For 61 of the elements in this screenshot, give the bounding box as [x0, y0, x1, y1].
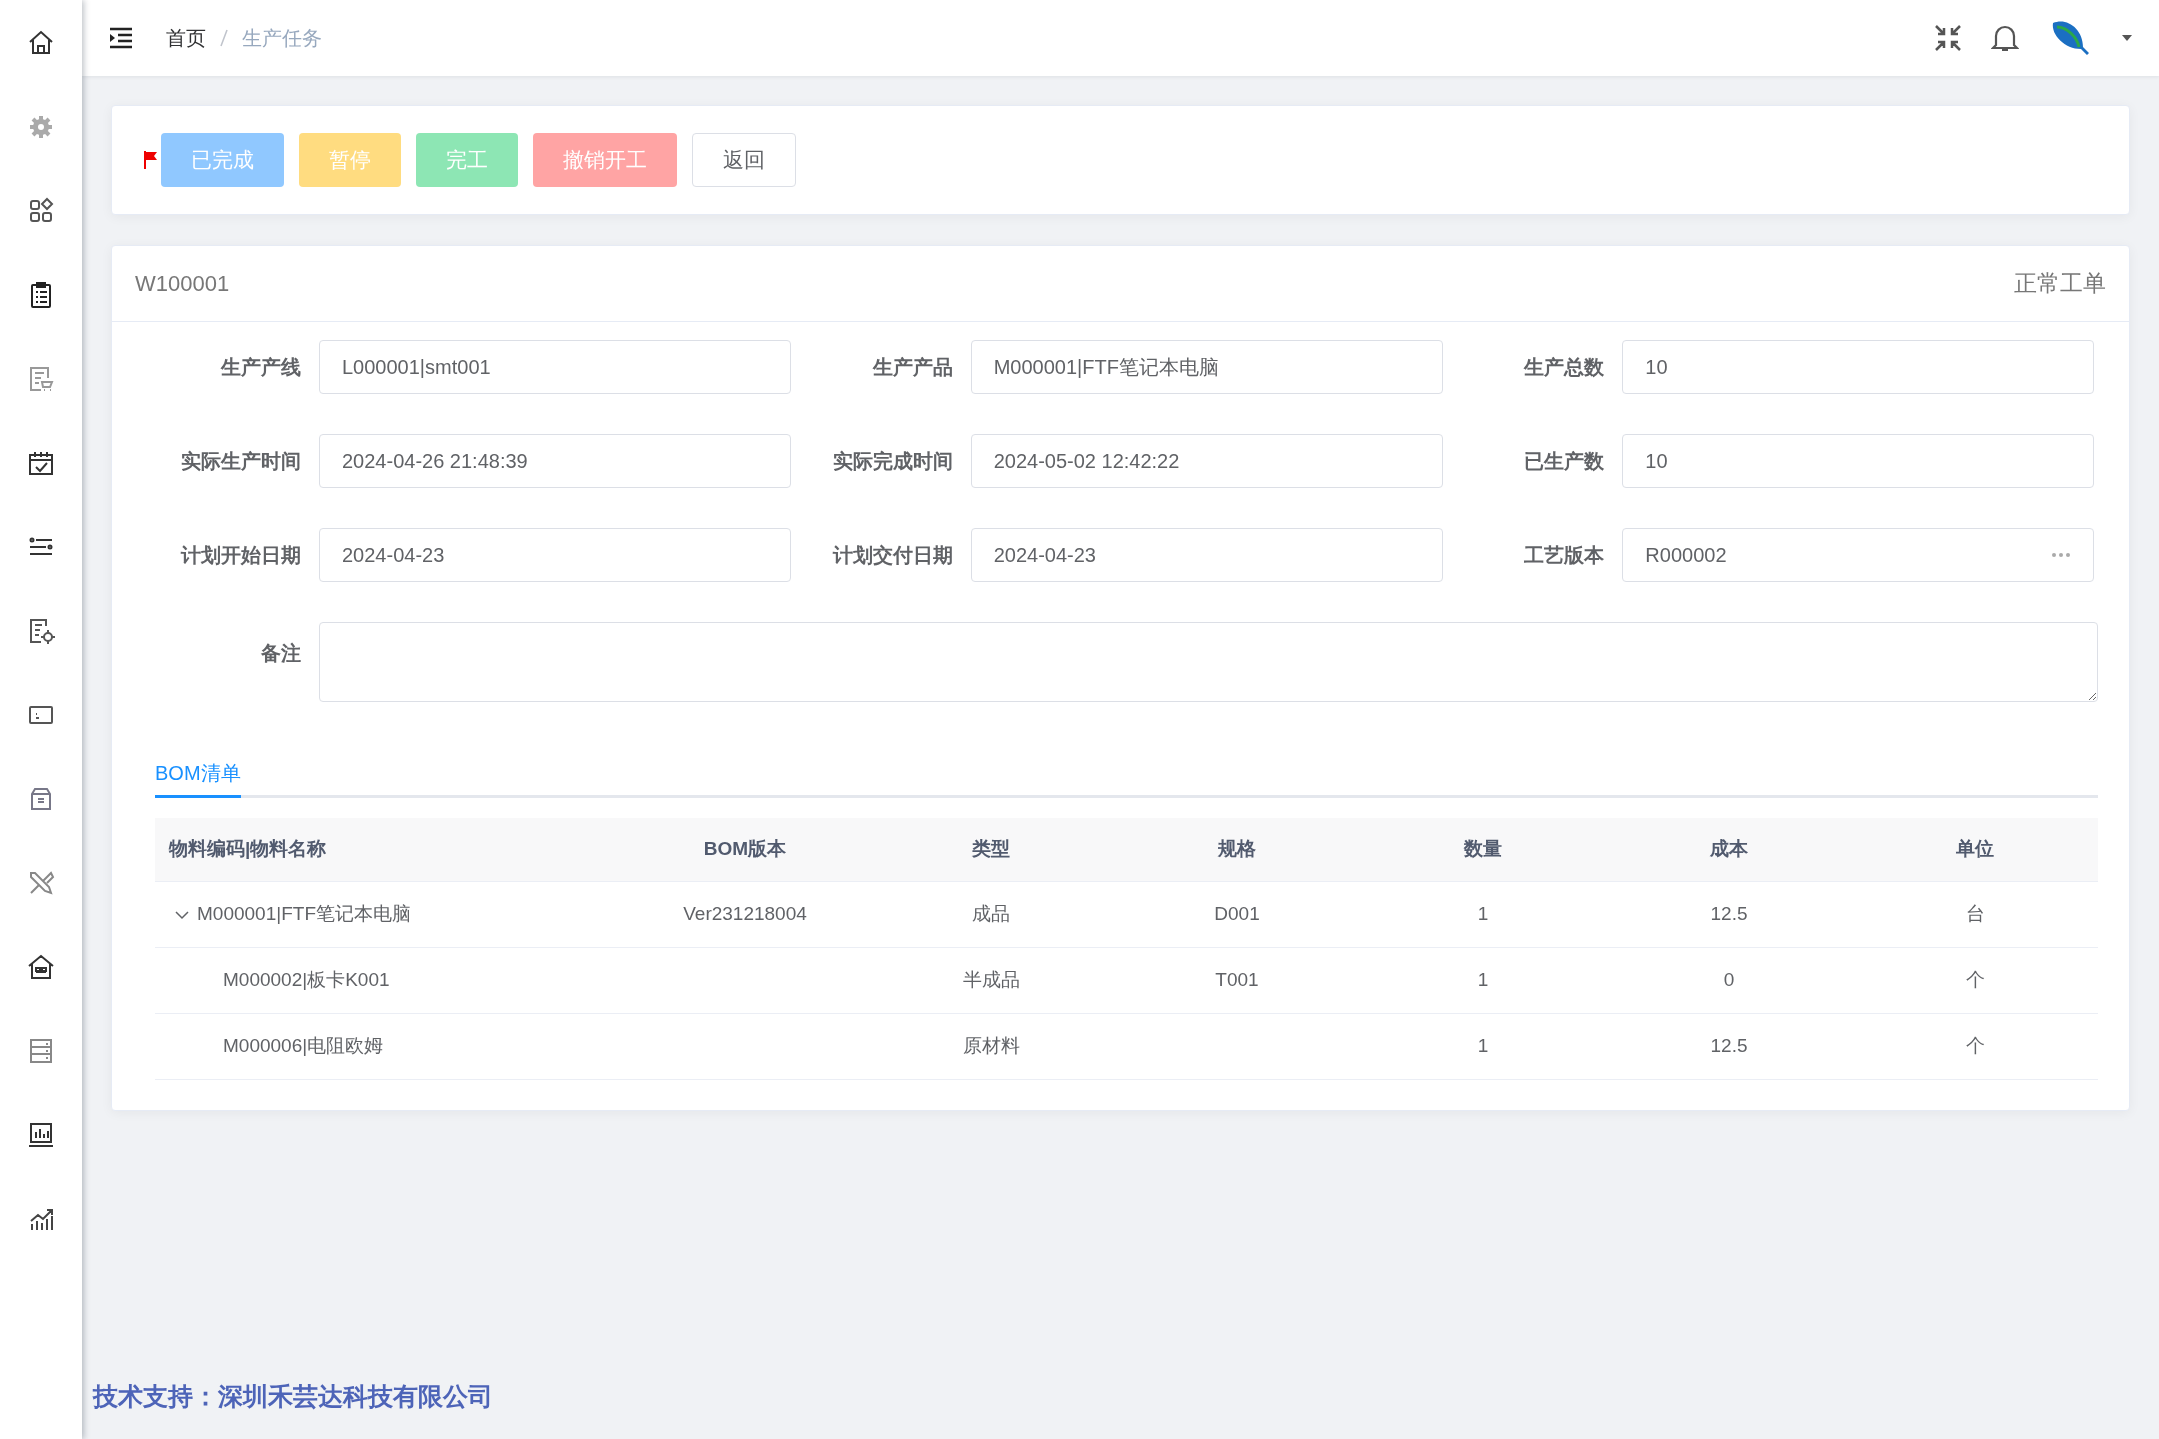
breadcrumb-item[interactable]: 首页 — [166, 23, 206, 53]
input-field[interactable]: 2024-04-26 21:48:39 — [319, 434, 791, 488]
order-type: 正常工单 — [2014, 269, 2106, 299]
table-cell-text: 个 — [1965, 1034, 1985, 1059]
field-label: 实际完成时间 — [831, 449, 954, 474]
input-field[interactable]: 2024-04-23 — [970, 528, 1443, 582]
table-cell-text: 个 — [1965, 968, 1985, 993]
building-icon[interactable] — [26, 952, 56, 982]
table-cell-text: 1 — [1477, 1034, 1489, 1059]
column-header: 物料编码|物料名称 — [167, 837, 328, 862]
bar-chart-icon[interactable] — [26, 1120, 56, 1150]
table-cell-text: M000001|FTF笔记本电脑 — [197, 902, 411, 927]
field-label: 生产产线 — [219, 355, 302, 380]
field-label: 实际生产时间 — [180, 449, 302, 474]
order-number: W100001 — [135, 270, 230, 298]
field-label: 备注 — [260, 641, 302, 666]
tab[interactable]: BOM清单 — [155, 750, 241, 798]
table-cell-text: 成品 — [972, 902, 1010, 927]
input-field[interactable]: 2024-04-23 — [319, 528, 791, 582]
column-header: 数量 — [1463, 837, 1503, 862]
flag-icon — [144, 150, 158, 170]
column-header: 成本 — [1709, 837, 1749, 862]
breadcrumb-separator-icon — [220, 29, 228, 47]
remark-field[interactable] — [319, 622, 2098, 702]
column-header: 类型 — [971, 837, 1011, 862]
input-field[interactable]: 10 — [1622, 340, 2095, 394]
footer-credit: 技术支持：深圳禾芸达科技有限公司 — [93, 1381, 493, 1410]
table-cell-text: M000002|板卡K001 — [223, 968, 390, 993]
table-cell-text: 1 — [1477, 968, 1489, 993]
breadcrumb-item: 生产任务 — [242, 26, 322, 51]
table-cell-text: T001 — [1215, 968, 1259, 993]
column-header: 单位 — [1955, 837, 1995, 862]
table-cell-text: 半成品 — [962, 968, 1020, 993]
table-cell-text: 台 — [1965, 902, 1985, 927]
expand-caret-icon[interactable] — [175, 909, 189, 920]
field-label: 计划开始日期 — [179, 543, 302, 568]
table-cell-text: M000006|电阻欧姆 — [223, 1034, 384, 1059]
notification-bell-icon[interactable] — [1991, 23, 2019, 53]
caret-icon[interactable] — [2121, 34, 2133, 42]
table-cell-text: 原材料 — [962, 1034, 1020, 1059]
table-cell-text: D001 — [1214, 902, 1260, 927]
table-cell-text: 12.5 — [1710, 902, 1748, 927]
picker-field[interactable]: R000002 — [1622, 528, 2095, 582]
field-label: 已生产数 — [1523, 449, 1606, 474]
input-field[interactable]: 10 — [1622, 434, 2095, 488]
input-field[interactable]: M000001|FTF笔记本电脑 — [970, 340, 1443, 394]
column-header: BOM版本 — [702, 837, 788, 862]
menu-icon[interactable] — [108, 27, 134, 49]
exit-fullscreen-icon[interactable] — [1933, 23, 1963, 53]
field-label: 生产总数 — [1522, 355, 1606, 380]
field-label: 生产产品 — [871, 355, 954, 380]
input-field[interactable]: L000001|smt001 — [319, 340, 791, 394]
table-cell-text: Ver231218004 — [683, 902, 807, 927]
column-header: 规格 — [1217, 837, 1257, 862]
table-cell-text: 12.5 — [1710, 1034, 1748, 1059]
table-cell-text: 1 — [1477, 902, 1489, 927]
input-field[interactable]: 2024-05-02 12:42:22 — [970, 434, 1443, 488]
field-label: 工艺版本 — [1523, 543, 1606, 568]
table-cell-text: 0 — [1723, 968, 1735, 993]
action-button[interactable]: 返回 — [692, 133, 796, 187]
field-label: 计划交付日期 — [831, 543, 954, 568]
